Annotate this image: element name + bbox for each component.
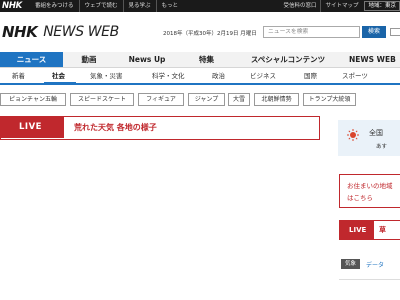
- main-nav-newsup[interactable]: News Up: [115, 52, 179, 67]
- region-selector[interactable]: 地域：東京: [364, 1, 400, 11]
- tag-speed-skating[interactable]: スピードスケート: [70, 93, 134, 106]
- sub-nav-business[interactable]: ビジネス: [250, 69, 276, 84]
- main-nav-special-contents[interactable]: スペシャルコンテンツ: [234, 52, 342, 67]
- menu-edge-icon[interactable]: [390, 28, 400, 36]
- main-nav-special[interactable]: 特集: [179, 52, 234, 67]
- sub-nav-science[interactable]: 科学・文化: [152, 69, 185, 84]
- search-button[interactable]: 検索: [362, 26, 386, 38]
- nhk-news-web-logo[interactable]: NHK NEWS WEB: [2, 22, 119, 42]
- top-link-more[interactable]: もっと: [155, 0, 184, 12]
- sub-nav-international[interactable]: 国際: [304, 69, 317, 84]
- sub-nav-sports[interactable]: スポーツ: [342, 69, 368, 84]
- weather-region: 全国: [369, 129, 383, 137]
- current-date: 2018年（平成30年）2月19日 月曜日: [163, 31, 257, 37]
- sub-nav-latest[interactable]: 新着: [12, 69, 25, 84]
- sub-nav: 新着 社会 気象・災害 科学・文化 政治 ビジネス 国際 スポーツ: [0, 69, 400, 85]
- top-right-links: 受信料の窓口 サイトマップ 地域：東京: [279, 0, 400, 12]
- topic-tags: ピョンチャン五輪 スピードスケート フィギュア ジャンプ 大雪 北朝鮮情勢 トラ…: [0, 93, 400, 107]
- brand-news-web: NEWS WEB: [43, 24, 119, 40]
- tag-pyeongchang[interactable]: ピョンチャン五輪: [0, 93, 66, 106]
- weather-widget[interactable]: 全国 あす: [338, 120, 400, 156]
- top-bar: NHK 番組をみつける ウェブで読む 見る学ぶ もっと 受信料の窓口 サイトマッ…: [0, 0, 400, 12]
- live-badge: LIVE: [1, 117, 64, 138]
- sub-nav-weather[interactable]: 気象・災害: [90, 69, 123, 84]
- nhk-logo[interactable]: NHK: [2, 1, 30, 11]
- top-link-fee[interactable]: 受信料の窓口: [279, 0, 320, 12]
- top-link-read[interactable]: ウェブで読む: [78, 0, 123, 12]
- search-input[interactable]: ニュースを検索: [263, 26, 360, 38]
- sidebar-live-badge: LIVE: [340, 221, 374, 239]
- sidebar-live-banner[interactable]: LIVE 草: [339, 220, 400, 240]
- local-news-link[interactable]: お住まいの地域 はこちら: [339, 174, 400, 208]
- sidebar-live-text: 草: [379, 226, 386, 234]
- top-links: 番組をみつける ウェブで読む 見る学ぶ もっと: [33, 0, 183, 12]
- weather-data-text: データ: [366, 261, 385, 269]
- sub-nav-politics[interactable]: 政治: [212, 69, 225, 84]
- site-header: NHK NEWS WEB 2018年（平成30年）2月19日 月曜日 ニュースを…: [0, 12, 400, 52]
- brand-nhk: NHK: [2, 23, 38, 41]
- tag-figure[interactable]: フィギュア: [138, 93, 184, 106]
- top-link-learn[interactable]: 見る学ぶ: [122, 0, 156, 12]
- tag-trump[interactable]: トランプ大統領: [303, 93, 356, 106]
- top-link-programs[interactable]: 番組をみつける: [33, 0, 79, 12]
- live-headline[interactable]: 荒れた天気 各地の様子: [74, 117, 157, 138]
- weather-badge: 気象: [341, 259, 361, 269]
- live-banner[interactable]: LIVE 荒れた天気 各地の様子: [0, 116, 320, 140]
- tag-north-korea[interactable]: 北朝鮮情勢: [254, 93, 299, 106]
- tag-heavy-snow[interactable]: 大雪: [228, 93, 250, 106]
- local-news-line2: はこちら: [347, 194, 373, 202]
- weather-day: あす: [376, 144, 388, 150]
- tag-jump[interactable]: ジャンプ: [188, 93, 225, 106]
- main-nav-news[interactable]: ニュース: [0, 52, 63, 67]
- local-news-line1: お住まいの地域: [347, 182, 393, 190]
- main-nav-video[interactable]: 動画: [63, 52, 115, 67]
- weather-data-link[interactable]: 気象 データ: [341, 259, 384, 269]
- sidebar-divider: [339, 279, 400, 280]
- main-nav: ニュース 動画 News Up 特集 スペシャルコンテンツ NEWS WEB: [0, 52, 400, 68]
- sub-nav-active-indicator: [44, 82, 76, 84]
- main-nav-newsweb[interactable]: NEWS WEB: [342, 52, 400, 67]
- top-link-sitemap[interactable]: サイトマップ: [320, 0, 362, 12]
- sun-icon: [347, 129, 359, 141]
